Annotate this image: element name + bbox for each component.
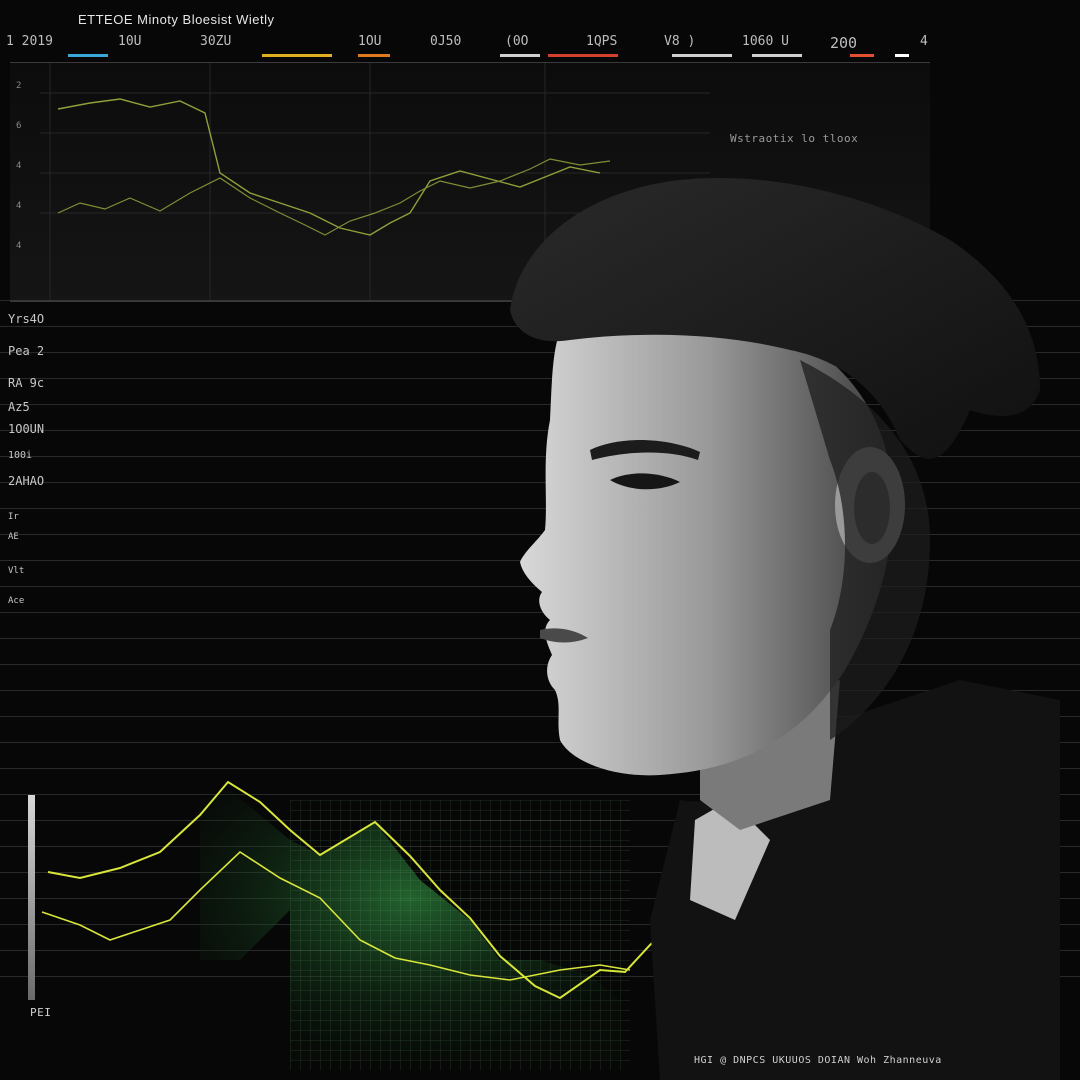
- top-axis-label: 4: [920, 34, 928, 49]
- strip-segment: [500, 54, 540, 57]
- man-profile-portrait: [510, 178, 1060, 1080]
- left-label: 1O0UN: [8, 422, 45, 436]
- top-axis-label: 0J50: [430, 34, 462, 49]
- left-label: AE: [8, 532, 19, 542]
- strip-segment: [752, 54, 802, 57]
- left-label: Ace: [8, 596, 25, 606]
- top-axis-label: V8 ): [664, 34, 696, 49]
- top-axis-label: (0O: [505, 34, 529, 49]
- left-label: Az5: [8, 400, 30, 414]
- top-axis-label: 30ZU: [200, 34, 232, 49]
- strip-segment: [672, 54, 732, 57]
- left-label: RA 9c: [8, 376, 45, 390]
- top-axis-label: 1060 U: [742, 34, 789, 49]
- upper-chart-note: Wstraotix lo tloox: [730, 132, 859, 145]
- strip-segment: [68, 54, 108, 57]
- left-label: 2AHAO: [8, 474, 45, 488]
- top-axis-label: 1OU: [358, 34, 382, 49]
- bar-label: PEI: [30, 1006, 52, 1019]
- poster-canvas: ETTEOE Minoty Bloesist Wietly 1 2019 10U…: [0, 0, 1080, 1080]
- strip-segment: [358, 54, 390, 57]
- top-axis-label: 10U: [118, 34, 142, 49]
- vertical-level-bar: [28, 795, 35, 1000]
- top-axis-label: 1 2019: [6, 34, 53, 49]
- strip-segment: [850, 54, 874, 57]
- top-axis-label: 1QPS: [586, 34, 618, 49]
- color-strip: [0, 54, 935, 58]
- left-label: Vlt: [8, 566, 25, 576]
- strip-segment: [895, 54, 909, 57]
- strip-segment: [262, 54, 332, 57]
- poster-title: ETTEOE Minoty Bloesist Wietly: [78, 12, 275, 27]
- top-axis: 1 2019 10U 30ZU 1OU 0J50 (0O 1QPS V8 ) 1…: [0, 34, 940, 54]
- footer-caption: HGI @ DNPCS UKUUOS DOIAN Woh Zhanneuva: [694, 1055, 942, 1066]
- left-label: 100i: [8, 450, 33, 461]
- strip-segment: [548, 54, 618, 57]
- top-axis-label: 200: [830, 34, 858, 52]
- left-label: Pea 2: [8, 344, 45, 358]
- left-label: Yrs4O: [8, 312, 45, 326]
- left-label: Ir: [8, 512, 19, 522]
